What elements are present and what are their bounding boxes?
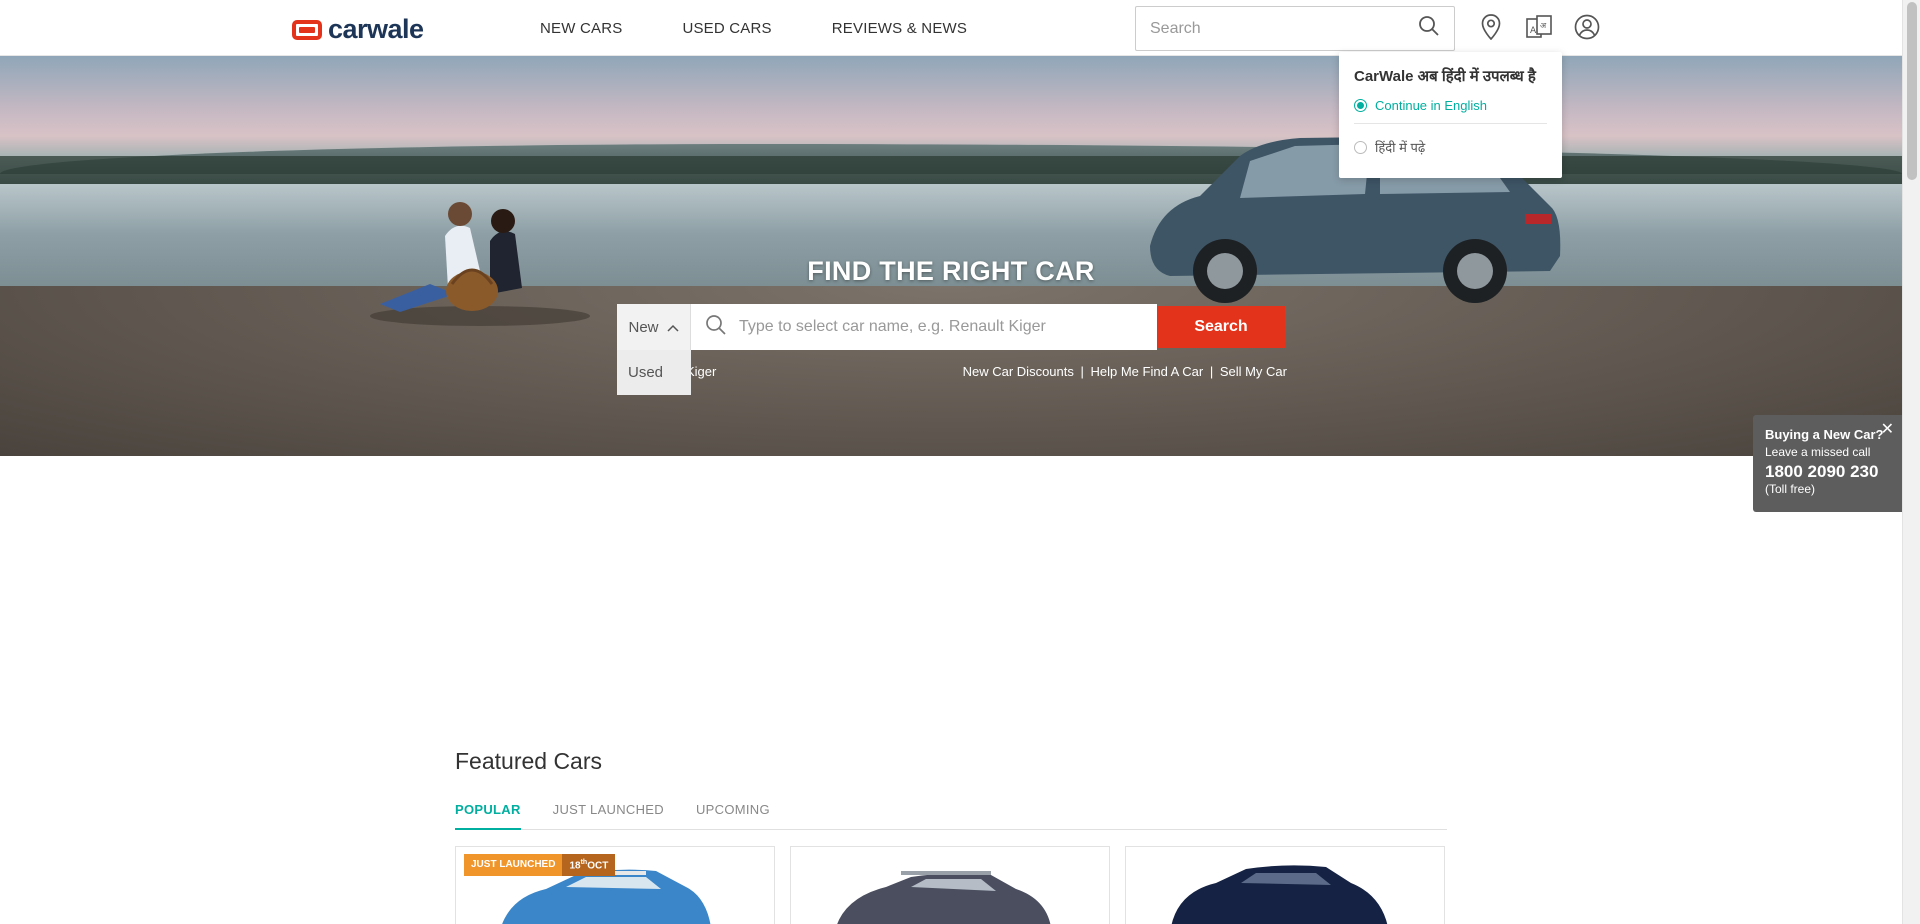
close-icon[interactable]: ✕: [1881, 419, 1894, 439]
hero-title: FIND THE RIGHT CAR: [807, 256, 1095, 286]
carwale-logo[interactable]: carwale: [292, 14, 424, 45]
car-card[interactable]: [790, 846, 1110, 924]
tab-popular[interactable]: POPULAR: [455, 800, 521, 830]
car-type-select[interactable]: New: [617, 304, 691, 350]
missed-call-number[interactable]: 1800 2090 230: [1765, 462, 1890, 482]
featured-cars-section: Featured Cars POPULAR JUST LAUNCHED UPCO…: [455, 748, 1447, 924]
header-search: [1135, 6, 1455, 51]
header-search-input[interactable]: [1150, 19, 1418, 38]
option-english[interactable]: Continue in English: [1354, 98, 1547, 113]
logo-icon: [292, 19, 322, 40]
link-new-car-discounts[interactable]: New Car Discounts: [963, 364, 1074, 379]
launch-date-month: OCT: [587, 860, 609, 872]
popup-divider: [1354, 123, 1547, 124]
car-search-field: [691, 304, 1157, 350]
car-type-selected: New: [628, 318, 659, 336]
language-popup: CarWale अब हिंदी में उपलब्ध है Continue …: [1339, 52, 1562, 178]
logo-text: carwale: [328, 14, 424, 44]
featured-cars-title: Featured Cars: [455, 748, 603, 774]
user-account-icon[interactable]: [1574, 14, 1600, 40]
nav-new-cars[interactable]: NEW CARS: [540, 20, 622, 37]
missed-call-note: (Toll free): [1765, 482, 1816, 496]
scrollbar-thumb[interactable]: [1907, 2, 1917, 180]
nav-used-cars[interactable]: USED CARS: [682, 20, 771, 37]
location-icon[interactable]: [1478, 14, 1504, 40]
radio-english[interactable]: [1354, 99, 1367, 112]
search-icon: [705, 314, 727, 341]
launch-date-badge: 18thOCT: [562, 854, 616, 877]
missed-call-widget: ✕ Buying a New Car? Leave a missed call …: [1753, 415, 1902, 512]
featured-car-cards: JUST LAUNCHED 18thOCT: [455, 846, 1447, 924]
main-nav: NEW CARS USED CARS REVIEWS & NEWS: [540, 0, 1027, 56]
search-icon[interactable]: [1418, 15, 1440, 42]
language-icon[interactable]: Aअ: [1526, 14, 1552, 40]
car-card[interactable]: JUST LAUNCHED 18thOCT: [455, 846, 775, 924]
tab-just-launched[interactable]: JUST LAUNCHED: [553, 800, 664, 829]
language-popup-title: CarWale अब हिंदी में उपलब्ध है: [1354, 68, 1536, 85]
svg-text:अ: अ: [1540, 21, 1547, 30]
link-help-me-find-a-car[interactable]: Help Me Find A Car: [1090, 364, 1203, 379]
top-header: carwale NEW CARS USED CARS REVIEWS & NEW…: [0, 0, 1902, 56]
tab-upcoming[interactable]: UPCOMING: [696, 800, 770, 829]
car-type-option-used[interactable]: Used: [617, 350, 691, 395]
page-scrollbar[interactable]: [1902, 0, 1920, 924]
option-english-label: Continue in English: [1375, 98, 1488, 113]
hero-banner: FIND THE RIGHT CAR New Search Used Kiger…: [0, 56, 1902, 456]
car-image: [837, 871, 1051, 924]
card-badges: JUST LAUNCHED 18thOCT: [464, 854, 616, 877]
option-hindi-label: हिंदी में पढ़े: [1375, 140, 1426, 155]
chevron-up-icon: [666, 319, 679, 336]
missed-call-subtitle: Leave a missed call: [1765, 445, 1871, 459]
hero-search-button[interactable]: Search: [1157, 306, 1285, 348]
launch-date-day: 18: [569, 860, 581, 872]
option-hindi[interactable]: हिंदी में पढ़े: [1354, 138, 1547, 156]
radio-hindi[interactable]: [1354, 140, 1367, 154]
link-sell-my-car[interactable]: Sell My Car: [1220, 364, 1287, 379]
quick-links: New Car Discounts | Help Me Find A Car |…: [962, 364, 1287, 379]
nav-reviews-news[interactable]: REVIEWS & NEWS: [832, 20, 967, 37]
car-card[interactable]: [1125, 846, 1445, 924]
hero-bg-trees: [0, 156, 1902, 184]
car-search-input[interactable]: [739, 318, 1157, 336]
hero-couple-image: [370, 202, 590, 326]
hero-search-bar: New Search: [617, 304, 1287, 350]
car-image: [1171, 865, 1388, 924]
featured-tabs: POPULAR JUST LAUNCHED UPCOMING: [455, 800, 1447, 830]
missed-call-title: Buying a New Car?: [1765, 427, 1884, 442]
svg-text:A: A: [1530, 26, 1537, 36]
just-launched-badge: JUST LAUNCHED: [464, 854, 563, 877]
